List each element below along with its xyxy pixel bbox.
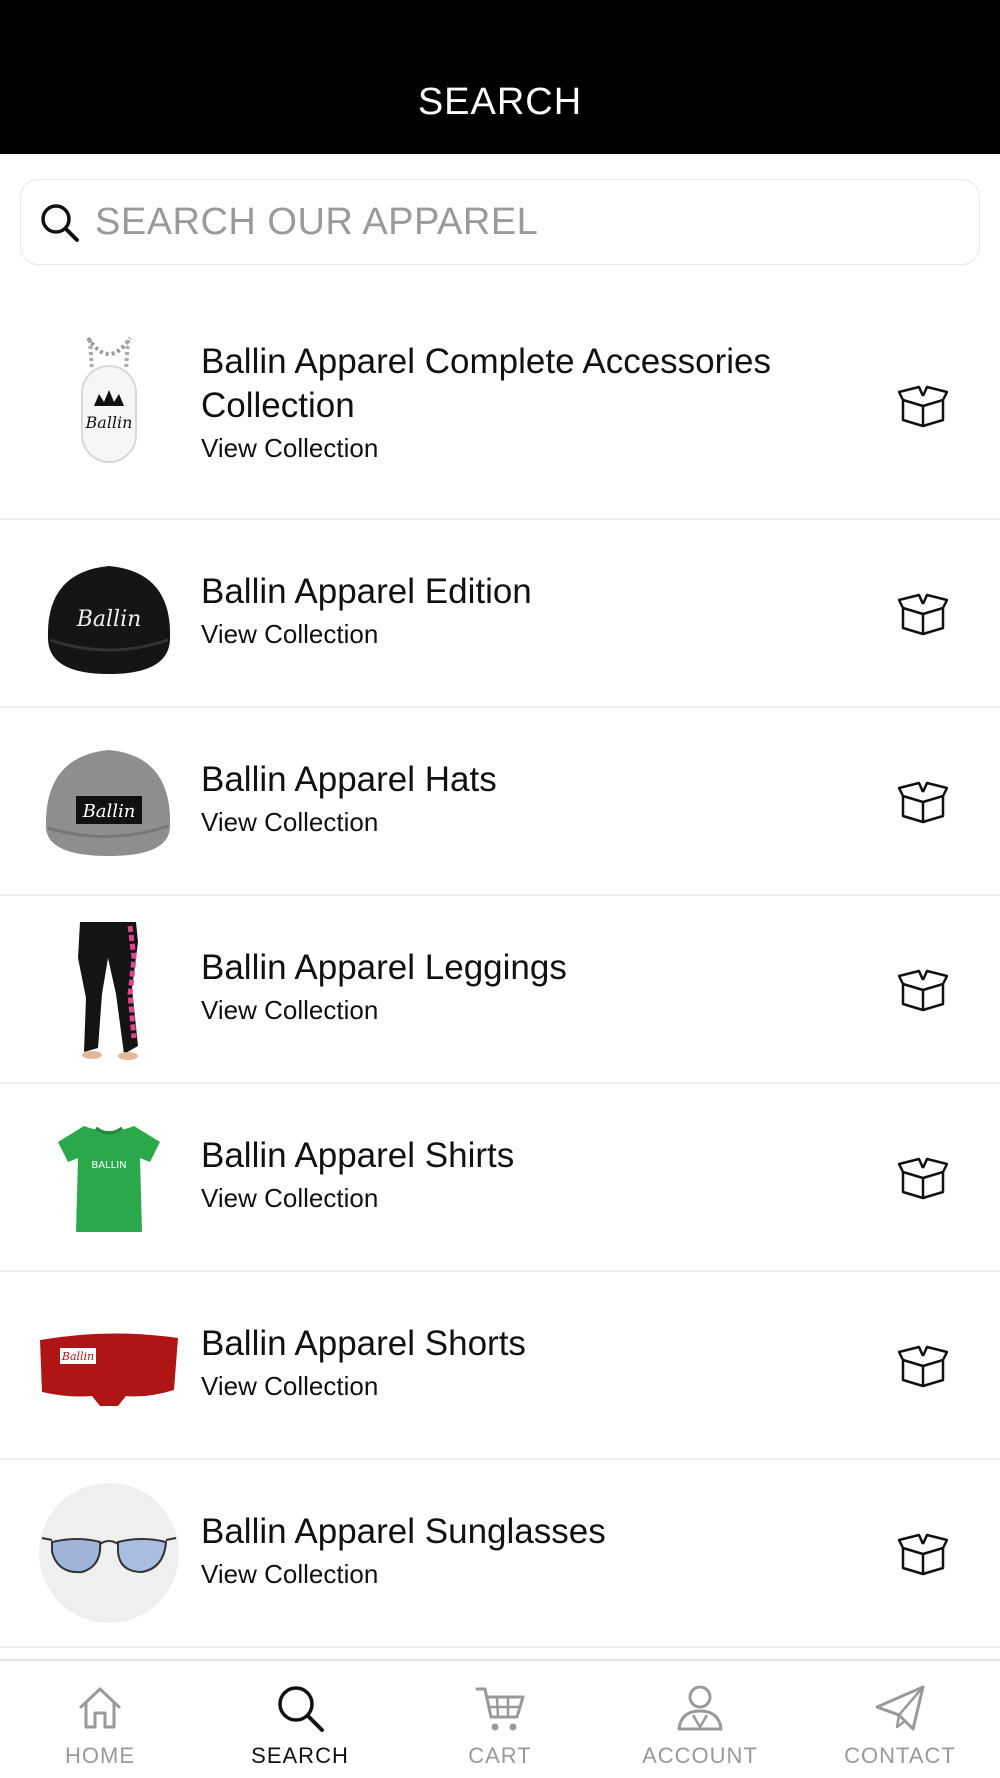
svg-text:Ballin: Ballin bbox=[61, 1350, 94, 1363]
collection-title: Ballin Apparel Edition bbox=[201, 572, 532, 611]
svg-text:Ballin: Ballin bbox=[82, 801, 136, 822]
green-shirt-image: BALLIN bbox=[38, 1106, 180, 1248]
bottom-nav: HOME SEARCH CART ACCOUNT CONTACT bbox=[0, 1659, 1000, 1778]
view-collection-link[interactable]: View Collection bbox=[201, 616, 821, 652]
open-box-icon[interactable] bbox=[898, 1532, 948, 1576]
view-collection-link[interactable]: View Collection bbox=[201, 430, 821, 466]
collection-title: Ballin Apparel Complete Accessories Coll… bbox=[201, 342, 772, 425]
nav-search[interactable]: SEARCH bbox=[200, 1661, 400, 1778]
svg-text:BALLIN: BALLIN bbox=[91, 1160, 126, 1171]
svg-text:Ballin: Ballin bbox=[76, 607, 142, 632]
nav-label: HOME bbox=[65, 1743, 135, 1768]
open-box-icon[interactable] bbox=[898, 1156, 948, 1200]
collection-title: Ballin Apparel Shorts bbox=[201, 1324, 526, 1363]
view-collection-link[interactable]: View Collection bbox=[201, 1556, 821, 1592]
search-icon bbox=[278, 1686, 324, 1732]
account-icon bbox=[677, 1685, 723, 1731]
grey-cap-image: Ballin bbox=[38, 730, 180, 872]
list-item-text: Ballin Apparel Complete Accessories Coll… bbox=[201, 340, 821, 466]
sunglasses-image bbox=[38, 1482, 180, 1624]
open-box-icon[interactable] bbox=[898, 968, 948, 1012]
list-item-shirts[interactable]: BALLIN Ballin Apparel Shirts View Collec… bbox=[0, 1084, 1000, 1272]
red-shorts-image: Ballin bbox=[38, 1294, 180, 1436]
list-item-sunglasses[interactable]: Ballin Apparel Sunglasses View Collectio… bbox=[0, 1460, 1000, 1648]
list-item-text: Ballin Apparel Hats View Collection bbox=[201, 758, 821, 840]
list-item-text: Ballin Apparel Leggings View Collection bbox=[201, 946, 821, 1028]
search-icon bbox=[41, 204, 79, 242]
nav-label: CONTACT bbox=[844, 1743, 956, 1768]
collection-list: Ballin Ballin Apparel Complete Accessori… bbox=[0, 300, 1000, 1648]
list-item-shorts[interactable]: Ballin Ballin Apparel Shorts View Collec… bbox=[0, 1272, 1000, 1460]
list-item-text: Ballin Apparel Edition View Collection bbox=[201, 570, 821, 652]
collection-title: Ballin Apparel Hats bbox=[201, 760, 497, 799]
view-collection-link[interactable]: View Collection bbox=[201, 992, 821, 1028]
nav-account[interactable]: ACCOUNT bbox=[600, 1661, 800, 1778]
top-header: SEARCH bbox=[0, 0, 1000, 154]
list-item-leggings[interactable]: Ballin Apparel Leggings View Collection bbox=[0, 896, 1000, 1084]
cart-icon bbox=[475, 1687, 525, 1731]
svg-text:Ballin: Ballin bbox=[85, 413, 133, 432]
list-item-edition[interactable]: Ballin Ballin Apparel Edition View Colle… bbox=[0, 520, 1000, 708]
collection-title: Ballin Apparel Sunglasses bbox=[201, 1512, 606, 1551]
list-item-text: Ballin Apparel Shirts View Collection bbox=[201, 1134, 821, 1216]
app-screen: SEARCH Ballin Ballin Apparel bbox=[0, 0, 1000, 1778]
search-bar[interactable] bbox=[20, 179, 980, 265]
page-title: SEARCH bbox=[417, 80, 583, 123]
dog-tag-image: Ballin bbox=[38, 330, 180, 472]
paper-plane-icon bbox=[875, 1685, 925, 1731]
collection-title: Ballin Apparel Shirts bbox=[201, 1136, 515, 1175]
view-collection-link[interactable]: View Collection bbox=[201, 1368, 821, 1404]
nav-contact[interactable]: CONTACT bbox=[800, 1661, 1000, 1778]
search-input[interactable] bbox=[95, 200, 955, 244]
open-box-icon[interactable] bbox=[898, 1344, 948, 1388]
list-item-text: Ballin Apparel Sunglasses View Collectio… bbox=[201, 1510, 821, 1592]
open-box-icon[interactable] bbox=[898, 592, 948, 636]
view-collection-link[interactable]: View Collection bbox=[201, 1180, 821, 1216]
view-collection-link[interactable]: View Collection bbox=[201, 804, 821, 840]
open-box-icon[interactable] bbox=[898, 780, 948, 824]
collection-title: Ballin Apparel Leggings bbox=[201, 948, 567, 987]
list-item-text: Ballin Apparel Shorts View Collection bbox=[201, 1322, 821, 1404]
nav-label: SEARCH bbox=[251, 1743, 349, 1768]
black-cap-image: Ballin bbox=[38, 542, 180, 684]
nav-label: ACCOUNT bbox=[642, 1743, 758, 1768]
list-item-accessories[interactable]: Ballin Ballin Apparel Complete Accessori… bbox=[0, 300, 1000, 520]
nav-home[interactable]: HOME bbox=[0, 1661, 200, 1778]
list-item-hats[interactable]: Ballin Ballin Apparel Hats View Collecti… bbox=[0, 708, 1000, 896]
nav-label: CART bbox=[468, 1743, 532, 1768]
home-icon bbox=[79, 1687, 121, 1729]
nav-cart[interactable]: CART bbox=[400, 1661, 600, 1778]
open-box-icon[interactable] bbox=[898, 384, 948, 428]
leggings-image bbox=[38, 918, 180, 1060]
